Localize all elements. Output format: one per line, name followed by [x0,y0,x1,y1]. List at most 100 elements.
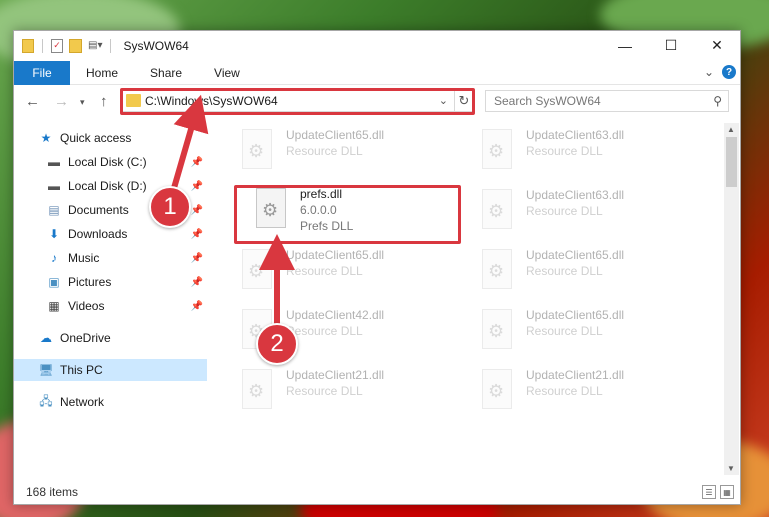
pin-icon: 📌 [190,228,203,240]
customize-toolbar-icon[interactable]: ▤▾ [88,40,102,51]
sidebar-item-label: Music [68,251,100,265]
item-count: 168 items [26,485,79,499]
file-tile[interactable]: ⚙ UpdateClient63.dll Resource DLL [474,187,704,243]
file-type: Resource DLL [526,324,603,338]
search-input[interactable]: Search SysWOW64 ⚲ [485,90,729,112]
sidebar-item-quick-access[interactable]: ★ Quick access [14,127,207,149]
toolbar-separator [110,38,112,53]
tab-share[interactable]: Share [134,66,198,80]
sidebar-item-label: Local Disk (C:) [68,155,147,169]
file-type: Resource DLL [286,324,363,338]
recent-locations-icon[interactable]: ▾ [80,97,85,108]
sidebar-item-local-disk-c[interactable]: ▬ Local Disk (C:) 📌 [14,151,207,173]
file-list: ⚙ UpdateClient65.dll Resource DLL ⚙ Updat… [224,123,724,473]
dll-file-icon: ⚙ [478,367,516,413]
properties-icon[interactable]: ✓ [51,38,63,53]
sidebar-item-music[interactable]: ♪ Music 📌 [14,247,207,269]
pictures-icon: ▣ [48,275,60,289]
ribbon-right-controls: ⌄ ? [704,65,736,79]
address-highlight-box [120,88,475,115]
sidebar-item-videos[interactable]: ▦ Videos 📌 [14,295,207,317]
file-name: UpdateClient65.dll [526,248,625,262]
file-tile[interactable]: ⚙ UpdateClient65.dll Resource DLL [234,247,464,303]
tab-file[interactable]: File [14,60,70,85]
scroll-up-icon[interactable]: ▲ [727,125,735,134]
up-arrow-icon[interactable]: ↑ [100,93,108,110]
file-type: Resource DLL [286,144,363,158]
file-tile[interactable]: ⚙ UpdateClient21.dll Resource DLL [234,367,464,423]
maximize-button[interactable]: ☐ [648,31,694,60]
dll-file-icon: ⚙ [478,187,516,233]
sidebar-item-pictures[interactable]: ▣ Pictures 📌 [14,271,207,293]
folder-icon [22,38,34,53]
pin-icon: 📌 [190,156,203,168]
file-name: UpdateClient21.dll [286,368,385,382]
file-highlight-box [234,185,461,244]
sidebar-item-this-pc[interactable]: 🖥 This PC [14,359,207,381]
status-bar: 168 items ☰ ▦ [14,480,740,504]
file-name: UpdateClient42.dll [286,308,385,322]
dll-file-icon: ⚙ [478,247,516,293]
sidebar-item-label: Videos [68,299,105,313]
network-icon: 🖧 [39,393,53,408]
scroll-down-icon[interactable]: ▼ [727,464,735,473]
file-name: UpdateClient65.dll [286,128,385,142]
minimize-button[interactable]: — [602,31,648,60]
search-placeholder: Search SysWOW64 [494,94,601,108]
title-bar: ✓ ▤▾ SysWOW64 — ☐ ✕ [14,31,740,60]
details-view-icon[interactable]: ☰ [702,485,716,499]
window-title: SysWOW64 [123,38,189,53]
file-tile[interactable]: ⚙ UpdateClient65.dll Resource DLL [234,127,464,183]
window-controls: — ☐ ✕ [602,31,740,60]
tab-home[interactable]: Home [70,66,134,80]
cloud-icon: ☁ [40,331,52,345]
step-1-callout: 1 [149,186,191,228]
documents-icon: ▤ [48,203,60,217]
ribbon-tabs: File Home Share View ⌄ ? [14,60,740,85]
file-type: Resource DLL [286,384,363,398]
sidebar-item-label: This PC [60,363,103,377]
drive-icon: ▬ [48,155,60,169]
file-type: Resource DLL [526,144,603,158]
sidebar-item-label: Documents [68,203,129,217]
sidebar-item-label: Network [60,395,105,409]
help-icon[interactable]: ? [722,65,736,79]
expand-ribbon-icon[interactable]: ⌄ [704,65,714,79]
file-name: UpdateClient65.dll [526,308,625,322]
dll-file-icon: ⚙ [478,127,516,173]
file-type: Resource DLL [286,264,363,278]
music-icon: ♪ [51,251,57,265]
file-type: Resource DLL [526,264,603,278]
dll-file-icon: ⚙ [238,247,276,293]
file-name: UpdateClient63.dll [526,128,625,142]
scrollbar-thumb[interactable] [726,137,737,187]
file-tile[interactable]: ⚙ UpdateClient63.dll Resource DLL [474,127,704,183]
new-folder-icon[interactable] [69,38,82,53]
videos-icon: ▦ [48,299,60,313]
star-icon: ★ [40,131,52,145]
file-tile[interactable]: ⚙ UpdateClient65.dll Resource DLL [474,307,704,363]
navigation-pane: ★ Quick access ▬ Local Disk (C:) 📌 ▬ Loc… [14,123,207,473]
step-2-callout: 2 [256,323,298,365]
large-icons-view-icon[interactable]: ▦ [720,485,734,499]
vertical-scrollbar[interactable]: ▲ ▼ [724,123,739,475]
pin-icon: 📌 [190,204,203,216]
close-button[interactable]: ✕ [694,31,740,60]
view-toggle: ☰ ▦ [702,485,734,499]
file-name: UpdateClient65.dll [286,248,385,262]
quick-access-toolbar: ✓ ▤▾ [14,38,113,53]
file-type: Resource DLL [526,384,603,398]
sidebar-item-onedrive[interactable]: ☁ OneDrive [14,327,207,349]
file-tile[interactable]: ⚙ UpdateClient65.dll Resource DLL [474,247,704,303]
sidebar-item-network[interactable]: 🖧 Network [14,391,207,413]
forward-arrow-icon[interactable]: → [54,93,69,110]
tab-view[interactable]: View [198,66,256,80]
pin-icon: 📌 [190,300,203,312]
toolbar-separator [42,38,43,53]
back-arrow-icon[interactable]: ← [25,93,40,110]
computer-icon: 🖥 [38,363,54,377]
file-type: Resource DLL [526,204,603,218]
pin-icon: 📌 [190,252,203,264]
dll-file-icon: ⚙ [478,307,516,353]
file-tile[interactable]: ⚙ UpdateClient21.dll Resource DLL [474,367,704,423]
